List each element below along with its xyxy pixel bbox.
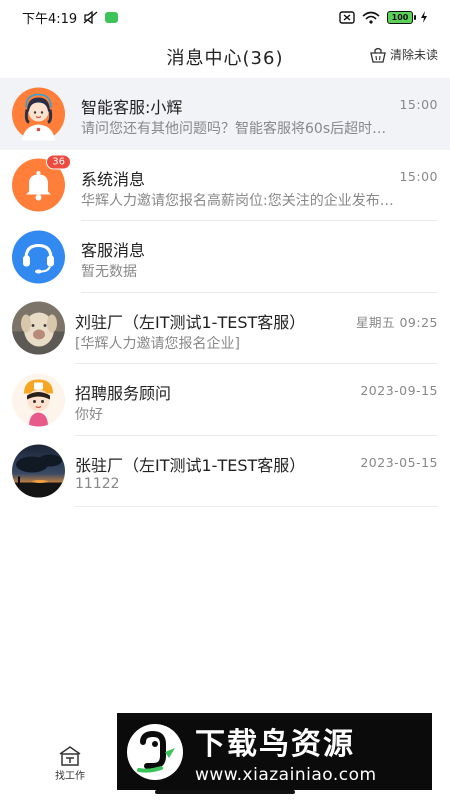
mute-icon [83,10,98,24]
message-item-recruitment-advisor[interactable]: 招聘服务顾问 2023-09-15 你好 [0,364,450,436]
charging-icon [421,11,427,23]
bird-logo-icon [127,723,183,780]
message-list: 智能客服:小辉 15:00 请问您还有其他问题吗？智能客服将60s后超时… 36… [0,78,450,507]
message-time: 2023-09-15 [360,383,438,398]
message-item-liu[interactable]: 刘驻厂（左IT测试1-TEST客服） 星期五 09:25 [华辉人力邀请您报名企… [0,293,450,364]
cartoon-girl-avatar [12,373,65,427]
battery-icon: 100 [387,10,416,24]
watermark-url: www.xiazainiao.com [195,764,377,785]
watermark-title: 下载鸟资源 [195,726,355,762]
avatar [12,87,65,141]
message-sender: 系统消息 [81,169,146,189]
tab-find-jobs[interactable]: 找工作 [55,745,85,782]
status-bar: 下午4:19 100 [0,0,450,34]
message-sender: 张驻厂（左IT测试1-TEST客服） [75,455,306,475]
tab-find-jobs-label: 找工作 [55,771,85,782]
broom-icon [370,47,386,63]
wifi-icon [362,11,380,24]
page-title: 消息中心(36) [166,48,284,69]
avatar: 36 [12,154,71,212]
message-preview: 暂无数据 [81,264,137,280]
avatar [12,230,65,284]
message-item-zhang[interactable]: 张驻厂（左IT测试1-TEST客服） 2023-05-15 11122 [0,436,450,507]
message-item-system[interactable]: 36 系统消息 15:00 华辉人力邀请您报名高薪岗位:您关注的企业发布… [0,150,450,221]
message-sender: 招聘服务顾问 [75,384,172,403]
work-icon [59,746,81,766]
message-preview: 请问您还有其他问题吗？智能客服将60s后超时… [81,121,387,137]
sunset-photo-avatar [12,444,65,498]
avatar [12,301,65,355]
message-item-ai-service[interactable]: 智能客服:小辉 15:00 请问您还有其他问题吗？智能客服将60s后超时… [0,78,450,150]
message-sender: 刘驻厂（左IT测试1-TEST客服） [75,312,306,332]
customer-service-agent-icon [12,87,65,141]
message-item-customer-service[interactable]: 客服消息 暂无数据 [0,221,450,293]
message-time: 15:00 [399,168,438,184]
dog-photo-avatar [12,301,65,355]
avatar [12,373,65,427]
wechat-notification-icon [105,11,119,23]
avatar [12,444,65,498]
message-time: 15:00 [399,97,438,112]
clear-unread-label: 清除未读 [389,48,438,62]
unread-badge: 36 [46,154,71,170]
message-preview: [华辉人力邀请您报名企业] [75,335,240,352]
watermark-banner: 下载鸟资源 www.xiazainiao.com [117,713,432,790]
message-preview: 华辉人力邀请您报名高薪岗位:您关注的企业发布… [81,192,394,209]
message-preview: 11122 [75,475,120,492]
page-header: 消息中心(36) 清除未读 [0,36,450,78]
message-sender: 智能客服:小辉 [81,98,183,117]
headset-icon [12,230,65,284]
message-sender: 客服消息 [81,241,146,260]
status-time: 下午4:19 [22,11,78,27]
message-time: 星期五 09:25 [356,314,438,330]
clear-unread-button[interactable]: 清除未读 [369,46,438,63]
message-preview: 你好 [75,407,103,423]
message-time: 2023-05-15 [360,454,438,470]
sim-off-icon [339,10,355,24]
home-indicator[interactable] [155,790,295,794]
